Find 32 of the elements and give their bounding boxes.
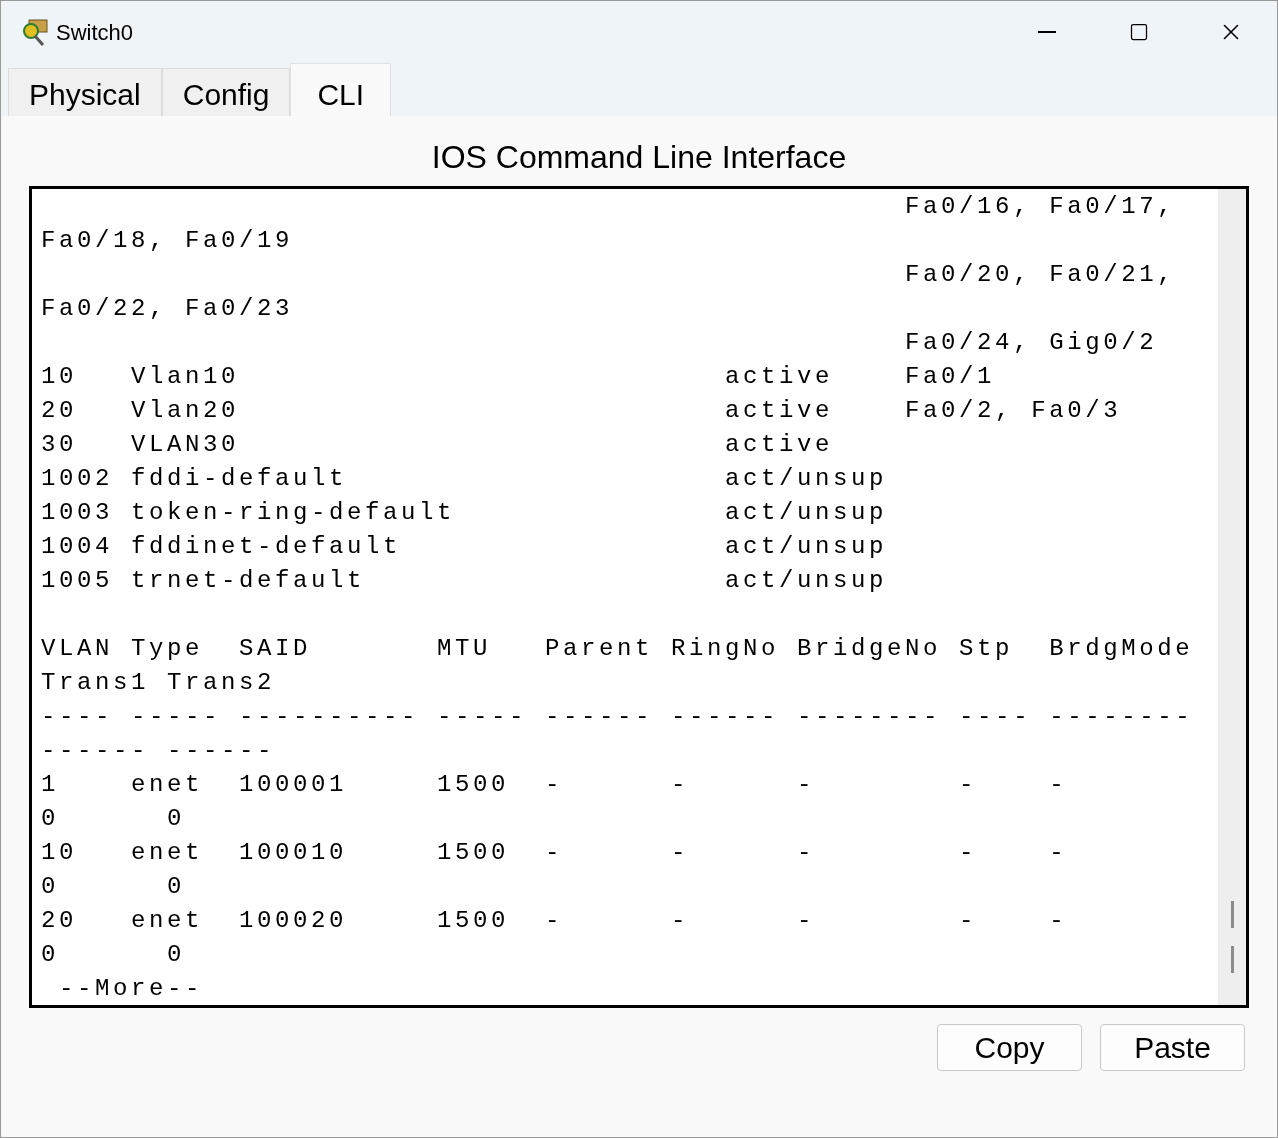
terminal-line: 20 Vlan20 active Fa0/2, Fa0/3 — [41, 396, 1122, 426]
terminal-line: 20 enet 100020 1500 - - - - - — [41, 906, 1068, 936]
terminal-line: 0 0 — [41, 872, 186, 902]
terminal-line: Fa0/22, Fa0/23 — [41, 294, 294, 324]
action-button[interactable]: Copy — [937, 1024, 1082, 1071]
terminal-line: VLAN Type SAID MTU Parent RingNo BridgeNo Stp BrdgMode — [41, 634, 1194, 664]
maximize-icon — [1129, 22, 1149, 42]
terminal-line: --More-- — [58, 974, 204, 1004]
tab[interactable]: CLI — [290, 63, 392, 116]
terminal-line: 0 0 — [41, 804, 186, 834]
terminal-line: Fa0/20, Fa0/21, — [904, 260, 1176, 290]
terminal-line: 1002 fddi-default act/unsup — [41, 464, 888, 494]
terminal-line: ---- ----- ---------- ----- ------ ------ -------- ---- -------- — [41, 702, 1194, 732]
minimize-icon — [1038, 31, 1056, 33]
terminal-line: Fa0/18, Fa0/19 — [41, 226, 294, 256]
window-title: Switch0 — [56, 18, 134, 47]
terminal-line: 10 enet 100010 1500 - - - - - — [41, 838, 1068, 868]
terminal-line: Fa0/24, Gig0/2 — [904, 328, 1158, 358]
terminal-line: 1003 token-ring-default act/unsup — [41, 498, 888, 528]
terminal-line: Fa0/16, Fa0/17, — [904, 192, 1176, 222]
terminal-line: 1004 fddinet-default act/unsup — [41, 532, 888, 562]
tab[interactable]: Physical — [8, 68, 162, 116]
tab[interactable]: Config — [161, 68, 291, 116]
terminal-line: 1005 trnet-default act/unsup — [41, 566, 888, 596]
terminal-line: 10 Vlan10 active Fa0/1 — [41, 362, 996, 392]
action-button[interactable]: Paste — [1100, 1024, 1245, 1071]
panel-heading: IOS Command Line Interface — [430, 138, 848, 176]
terminal-line: 1 enet 100001 1500 - - - - - — [41, 770, 1068, 800]
terminal-line: 0 0 — [41, 940, 186, 970]
terminal-line: 30 VLAN30 active — [41, 430, 834, 460]
terminal-line: ------ ------ — [41, 736, 276, 766]
terminal-line: Trans1 Trans2 — [41, 668, 276, 698]
